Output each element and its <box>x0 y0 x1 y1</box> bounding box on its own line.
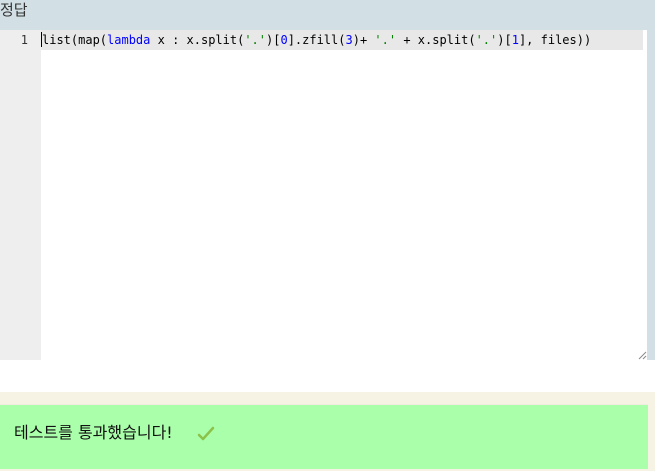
line-number-gutter: 1 <box>0 30 41 360</box>
code-text: list(map(lambda x : x.split('.')[0].zfil… <box>42 33 591 47</box>
code-token: ], files)) <box>518 33 592 47</box>
checkmark-icon <box>197 425 215 443</box>
code-token: 1 <box>511 33 519 47</box>
code-token: )+ <box>352 33 375 47</box>
code-token: )[ <box>497 33 512 47</box>
code-token: ].zfill( <box>287 33 346 47</box>
answer-title: 정답 <box>0 1 28 19</box>
code-token: )[ <box>266 33 281 47</box>
result-panel: 테스트를 통과했습니다! <box>0 392 655 471</box>
section-divider <box>0 360 655 375</box>
code-input-area[interactable]: list(map(lambda x : x.split('.')[0].zfil… <box>41 30 643 360</box>
test-result-box: 테스트를 통과했습니다! <box>0 404 648 469</box>
code-token: list(map( <box>42 33 108 47</box>
result-message: 테스트를 통과했습니다! <box>14 423 173 442</box>
line-number: 1 <box>20 33 28 47</box>
resize-handle-icon[interactable] <box>635 348 647 360</box>
code-token: 0 <box>280 33 288 47</box>
code-line-1[interactable]: list(map(lambda x : x.split('.')[0].zfil… <box>41 30 643 50</box>
code-token: '.' <box>374 33 397 47</box>
answer-panel: 정답 1 list(map(lambda x : x.split('.')[0]… <box>0 0 655 360</box>
code-editor[interactable]: 1 list(map(lambda x : x.split('.')[0].zf… <box>0 30 647 360</box>
code-token: + x.split( <box>396 33 476 47</box>
code-token: lambda <box>107 33 151 47</box>
code-token: '.' <box>475 33 498 47</box>
code-token: 3 <box>345 33 353 47</box>
code-token: '.' <box>244 33 266 47</box>
code-token: x : x.split( <box>150 33 245 47</box>
